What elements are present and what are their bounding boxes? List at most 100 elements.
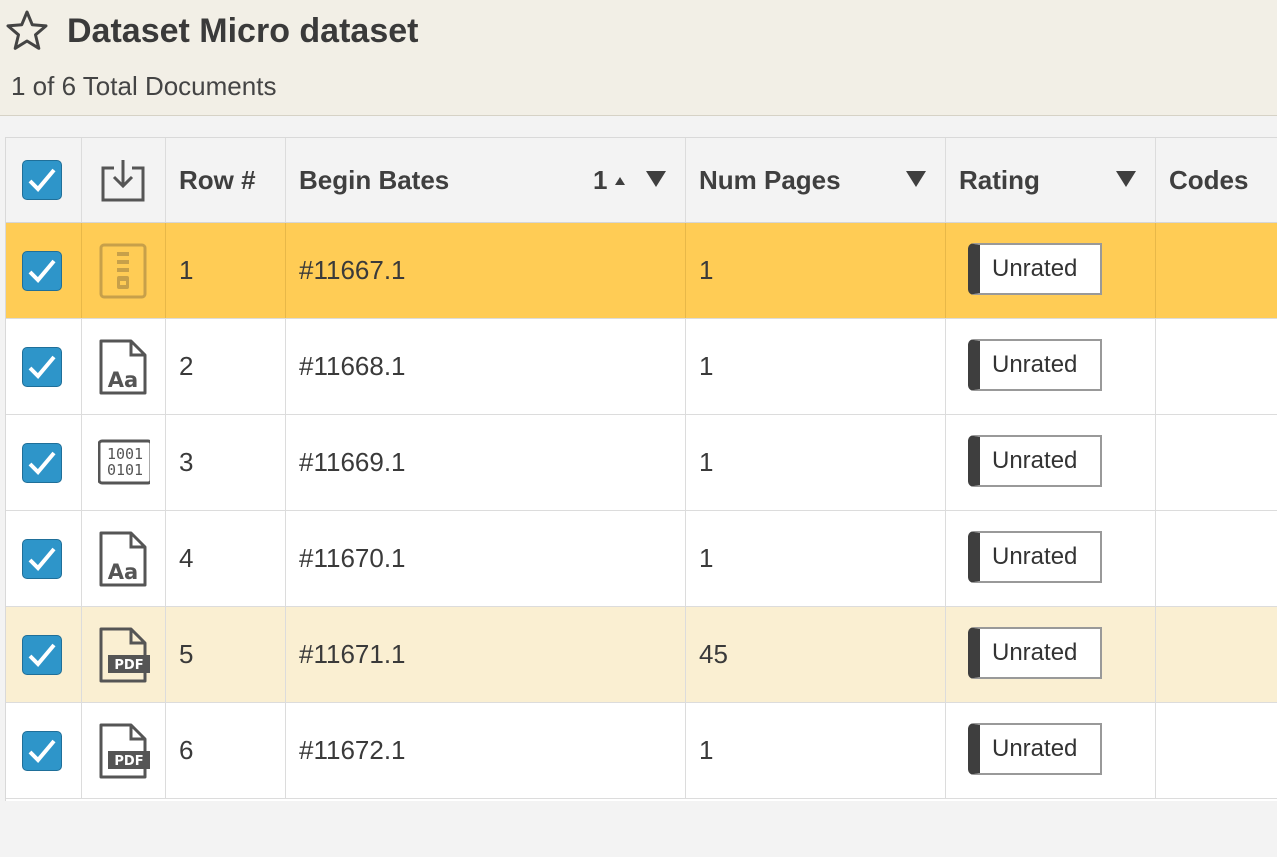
row-select-cell <box>6 415 82 510</box>
svg-text:PDF: PDF <box>114 658 143 673</box>
row-number-cell: 6 <box>166 703 286 798</box>
begin-bates-cell: #11672.1 <box>286 703 686 798</box>
codes-cell <box>1156 415 1277 510</box>
begin-bates-header[interactable]: Begin Bates 1 <box>286 138 686 222</box>
row-checkbox[interactable] <box>22 539 62 579</box>
binary-file-icon[interactable]: 1001 0101 <box>98 435 150 491</box>
begin-bates-menu-icon[interactable] <box>646 171 666 187</box>
rating-cell: Unrated <box>946 415 1156 510</box>
file-type-cell: PDF <box>82 607 166 702</box>
download-export-icon[interactable] <box>99 156 147 204</box>
begin-bates-cell: #11671.1 <box>286 607 686 702</box>
row-select-cell <box>6 607 82 702</box>
num-pages-value: 1 <box>699 447 714 477</box>
sort-order-number: 1 <box>593 165 608 195</box>
num-pages-value: 1 <box>699 255 714 285</box>
row-number: 4 <box>179 543 194 573</box>
row-number-cell: 1 <box>166 223 286 318</box>
num-pages-header-label: Num Pages <box>699 165 841 195</box>
table-row[interactable]: 1001 0101 3 #11669.1 1 Unrated <box>6 415 1277 511</box>
begin-bates-value[interactable]: #11667.1 <box>299 255 406 286</box>
num-pages-cell: 1 <box>686 223 946 318</box>
table-row[interactable]: PDF 5 #11671.1 45 Unrated <box>6 607 1277 703</box>
rating-header-label: Rating <box>959 165 1040 195</box>
rating-button[interactable]: Unrated <box>968 339 1102 391</box>
row-number-cell: 4 <box>166 511 286 606</box>
codes-header-label: Codes <box>1169 165 1249 195</box>
table-row[interactable]: PDF 6 #11672.1 1 Unrated <box>6 703 1277 799</box>
rating-button[interactable]: Unrated <box>968 243 1102 295</box>
row-checkbox[interactable] <box>22 635 62 675</box>
codes-cell <box>1156 223 1277 318</box>
row-checkbox[interactable] <box>22 347 62 387</box>
begin-bates-cell: #11667.1 <box>286 223 686 318</box>
row-checkbox[interactable] <box>22 443 62 483</box>
grid-header-row: Row # Begin Bates 1 Num Pages Rating Cod… <box>6 138 1277 223</box>
num-pages-value: 1 <box>699 351 714 381</box>
svg-text:PDF: PDF <box>114 754 143 769</box>
rating-cell: Unrated <box>946 223 1156 318</box>
sort-ascending-icon <box>615 177 625 185</box>
rating-button[interactable]: Unrated <box>968 435 1102 487</box>
codes-cell <box>1156 511 1277 606</box>
begin-bates-value[interactable]: #11669.1 <box>299 447 406 478</box>
num-pages-menu-icon[interactable] <box>906 171 926 187</box>
select-all-checkbox[interactable] <box>22 160 62 200</box>
begin-bates-cell: #11669.1 <box>286 415 686 510</box>
row-number-header[interactable]: Row # <box>166 138 286 222</box>
row-number-cell: 2 <box>166 319 286 414</box>
begin-bates-cell: #11670.1 <box>286 511 686 606</box>
rating-cell: Unrated <box>946 607 1156 702</box>
row-number: 5 <box>179 639 194 669</box>
document-count: 1 of 6 Total Documents <box>11 71 277 101</box>
num-pages-value: 1 <box>699 735 714 765</box>
row-select-cell <box>6 319 82 414</box>
table-row[interactable]: 1 #11667.1 1 Unrated <box>6 223 1277 319</box>
rating-menu-icon[interactable] <box>1116 171 1136 187</box>
num-pages-header[interactable]: Num Pages <box>686 138 946 222</box>
row-number-cell: 5 <box>166 607 286 702</box>
row-number: 6 <box>179 735 194 765</box>
row-number: 2 <box>179 351 194 381</box>
row-select-cell <box>6 511 82 606</box>
begin-bates-value[interactable]: #11672.1 <box>299 735 406 766</box>
num-pages-cell: 1 <box>686 511 946 606</box>
text-document-icon[interactable]: Aa <box>98 339 150 395</box>
file-type-cell: Aa <box>82 319 166 414</box>
begin-bates-value[interactable]: #11668.1 <box>299 351 406 382</box>
num-pages-value: 45 <box>699 639 728 669</box>
codes-cell <box>1156 703 1277 798</box>
table-row[interactable]: Aa 4 #11670.1 1 Unrated <box>6 511 1277 607</box>
begin-bates-value[interactable]: #11670.1 <box>299 543 406 574</box>
begin-bates-value[interactable]: #11671.1 <box>299 639 406 670</box>
begin-bates-cell: #11668.1 <box>286 319 686 414</box>
num-pages-value: 1 <box>699 543 714 573</box>
file-type-cell: 1001 0101 <box>82 415 166 510</box>
select-all-header <box>6 138 82 222</box>
file-type-cell: Aa <box>82 511 166 606</box>
row-number: 1 <box>179 255 194 285</box>
page-header: Dataset Micro dataset 1 of 6 Total Docum… <box>0 0 1277 116</box>
archive-file-icon[interactable] <box>98 243 150 299</box>
row-checkbox[interactable] <box>22 251 62 291</box>
row-select-cell <box>6 223 82 318</box>
codes-header[interactable]: Codes <box>1156 138 1277 222</box>
table-row[interactable]: Aa 2 #11668.1 1 Unrated <box>6 319 1277 415</box>
row-checkbox[interactable] <box>22 731 62 771</box>
favorite-star-icon[interactable] <box>5 9 49 51</box>
rating-button[interactable]: Unrated <box>968 627 1102 679</box>
file-type-cell: PDF <box>82 703 166 798</box>
num-pages-cell: 45 <box>686 607 946 702</box>
pdf-file-icon[interactable]: PDF <box>98 723 150 779</box>
row-number-cell: 3 <box>166 415 286 510</box>
row-number: 3 <box>179 447 194 477</box>
rating-header[interactable]: Rating <box>946 138 1156 222</box>
documents-grid: Row # Begin Bates 1 Num Pages Rating Cod… <box>5 137 1277 801</box>
row-select-cell <box>6 703 82 798</box>
rating-button[interactable]: Unrated <box>968 531 1102 583</box>
pdf-file-icon[interactable]: PDF <box>98 627 150 683</box>
text-document-icon[interactable]: Aa <box>98 531 150 587</box>
rating-button[interactable]: Unrated <box>968 723 1102 775</box>
num-pages-cell: 1 <box>686 703 946 798</box>
svg-text:Aa: Aa <box>108 368 138 392</box>
